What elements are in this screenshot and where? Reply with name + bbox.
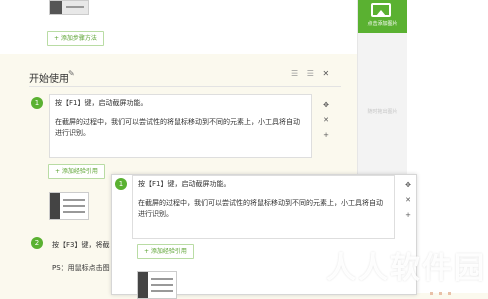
step-actions: ✥ ✕ + [321,98,331,143]
section-divider [29,86,341,87]
section-title: 开始使用 [29,74,69,85]
image-icon [371,3,391,17]
move-icon[interactable]: ✥ [403,178,413,193]
list-icon[interactable]: ☰ [291,69,298,78]
add-step-method-button[interactable]: + 添加步骤方法 [47,31,104,46]
step-line-1: 按【F1】键，启动截屏功能。 [55,99,148,107]
step-actions: ✥ ✕ + [403,178,413,223]
step-screenshot-thumbnail[interactable] [137,271,177,299]
step-ps-note: PS：用鼠标点击图 [52,264,110,272]
close-icon[interactable]: ✕ [322,69,329,78]
list-icon[interactable]: ☰ [307,69,314,78]
step-line-2: 在截屏的过程中，我们可以尝试性的将鼠标移动到不同的元素上，小工具将自动进行识别。 [138,199,383,218]
close-icon[interactable]: ✕ [403,193,413,208]
pencil-icon[interactable]: ✎ [68,69,75,78]
drag-image-hint: 随时拖出图片 [367,109,398,115]
step-text-box[interactable]: 按【F1】键，启动截屏功能。 在截屏的过程中，我们可以尝试性的将鼠标移动到不同的… [49,94,312,158]
step-line-2: 在截屏的过程中，我们可以尝试性的将鼠标移动到不同的元素上，小工具将自动进行识别。 [55,118,300,137]
step-text-box[interactable]: 按【F1】键，启动截屏功能。 在截屏的过程中，我们可以尝试性的将鼠标移动到不同的… [132,175,395,239]
move-icon[interactable]: ✥ [321,98,331,113]
add-icon[interactable]: + [403,208,413,223]
add-image-label: 点击添加图片 [367,21,398,27]
close-icon[interactable]: ✕ [321,113,331,128]
step-line-1: 按【F1】键，启动截屏功能。 [138,180,231,188]
step-number-badge: 1 [31,97,43,109]
add-experience-link-button[interactable]: + 添加经验引用 [48,164,105,179]
top-region: + 添加步骤方法 [0,0,357,54]
step-number-badge: 2 [31,237,43,249]
section-toolbar: ☰ ☰ ✕ [291,69,335,78]
step-number-badge: 1 [115,178,127,190]
add-image-button[interactable]: 点击添加图片 [358,0,407,33]
add-icon[interactable]: + [321,128,331,143]
step-screenshot-thumbnail[interactable] [49,192,89,220]
add-experience-link-button[interactable]: + 添加经验引用 [137,244,194,259]
watermark-dots [430,288,460,295]
step-line-1: 按【F3】键，将截 [52,241,110,249]
screenshot-thumbnail[interactable] [49,0,89,15]
watermark-text: 人人软件园 [326,251,486,286]
